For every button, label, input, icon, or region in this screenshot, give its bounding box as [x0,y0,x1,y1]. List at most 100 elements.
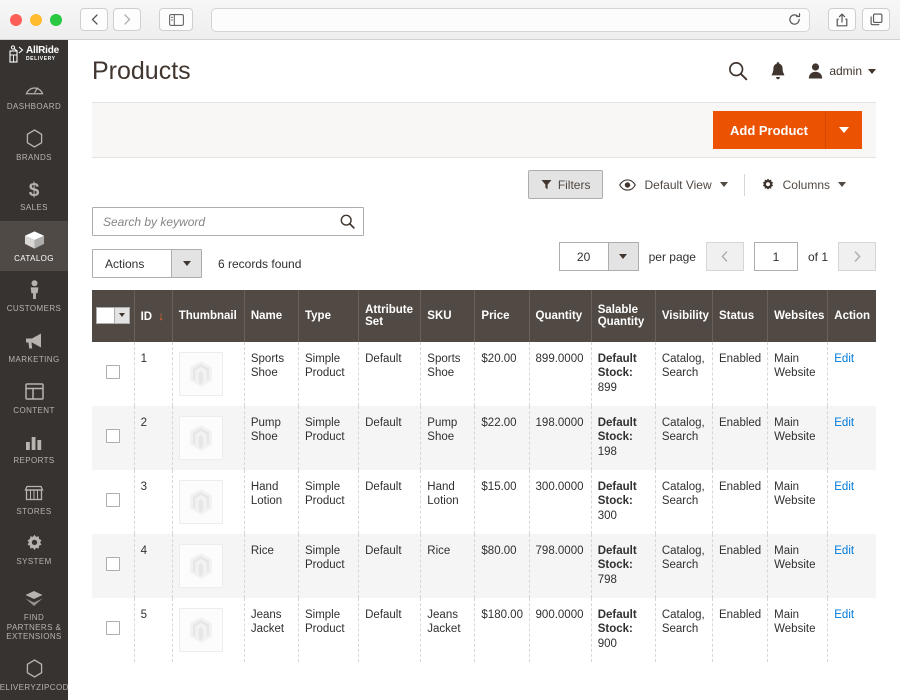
column-header-sku[interactable]: SKU [420,290,476,342]
tabs-icon [870,13,882,26]
search-icon[interactable] [340,214,355,229]
cell-websites: Main Website [767,534,829,598]
select-all-header[interactable] [92,290,135,342]
table-row[interactable]: 3 Hand Lotion Simple Product Default Han… [92,470,876,534]
account-menu[interactable]: admin [808,63,876,79]
sidebar-item-brands[interactable]: BRANDS [0,120,68,171]
sidebar-item-find-partners[interactable]: FIND PARTNERS & EXTENSIONS [0,580,68,650]
sidebar-toggle-button[interactable] [159,8,193,31]
table-row[interactable]: 5 Jeans Jacket Simple Product Default Je… [92,598,876,662]
column-header-websites[interactable]: Websites [767,290,829,342]
forward-button[interactable] [113,8,141,31]
url-bar[interactable] [211,7,810,32]
cell-price: $22.00 [474,406,530,470]
edit-link[interactable]: Edit [834,481,854,493]
per-page-dropdown[interactable]: 20 [558,242,639,271]
sidebar-item-sales[interactable]: $ SALES [0,170,68,221]
sidebar-item-catalog[interactable]: CATALOG [0,220,68,272]
select-all-checkbox[interactable] [96,307,114,323]
select-all-dropdown[interactable] [95,306,130,324]
sidebar-item-customers[interactable]: CUSTOMERS [0,271,68,322]
row-checkbox[interactable] [105,428,120,443]
bar-chart-icon [25,432,43,452]
sidebar-item-reports[interactable]: REPORTS [0,423,68,474]
row-select-cell[interactable] [92,342,135,406]
sidebar-item-marketing[interactable]: MARKETING [0,322,68,373]
row-select-cell[interactable] [92,470,135,534]
row-select-cell[interactable] [92,406,135,470]
search-box[interactable] [92,207,364,236]
column-header-name[interactable]: Name [244,290,299,342]
bell-icon[interactable] [770,61,786,81]
column-header-price[interactable]: Price [474,290,530,342]
logo-subtitle: DELIVERY [25,56,56,63]
add-product-dropdown-toggle[interactable] [826,111,862,149]
minimize-window-button[interactable] [30,13,42,26]
cell-quantity: 300.0000 [529,470,592,534]
add-product-button[interactable]: Add Product [713,111,862,149]
column-header-quantity[interactable]: Quantity [529,290,592,342]
actions-dropdown[interactable]: Actions [92,249,202,278]
previous-page-button[interactable] [705,242,744,271]
row-checkbox[interactable] [105,620,120,635]
cell-action: Edit [828,470,876,534]
edit-link[interactable]: Edit [834,353,854,365]
search-input[interactable] [103,214,328,229]
column-header-attribute-set[interactable]: Attribute Set [358,290,422,342]
cell-status: Enabled [712,470,769,534]
gear-icon [25,533,44,553]
column-header-salable-quantity[interactable]: Salable Quantity [591,290,656,342]
header-actions: admin [728,61,876,81]
maximize-window-button[interactable] [50,13,62,26]
cell-thumbnail [172,470,245,534]
sidebar-item-dashboard[interactable]: DASHBOARD [0,69,68,120]
cell-price: $20.00 [474,342,530,406]
select-all-dropdown-toggle[interactable] [113,307,129,323]
columns-selector[interactable]: Columns [745,174,862,196]
sidebar-item-system[interactable]: SYSTEM [0,524,68,575]
filters-label: Filters [557,177,591,192]
caret-down-icon [118,313,125,317]
cell-visibility: Catalog, Search [655,406,713,470]
column-header-visibility[interactable]: Visibility [655,290,713,342]
edit-link[interactable]: Edit [834,609,854,621]
row-checkbox[interactable] [105,364,120,379]
cell-sku: Rice [420,534,476,598]
table-row[interactable]: 4 Rice Simple Product Default Rice $80.0… [92,534,876,598]
tabs-button[interactable] [862,8,890,31]
sidebar-label: REPORTS [13,456,55,466]
cell-websites: Main Website [767,406,829,470]
row-checkbox[interactable] [105,556,120,571]
row-select-cell[interactable] [92,598,135,662]
column-header-thumbnail[interactable]: Thumbnail [172,290,245,342]
edit-link[interactable]: Edit [834,545,854,557]
close-window-button[interactable] [10,13,22,26]
edit-link[interactable]: Edit [834,417,854,429]
sidebar-item-stores[interactable]: STORES [0,474,68,525]
page-number-input[interactable] [753,242,798,271]
row-select-cell[interactable] [92,534,135,598]
default-view-selector[interactable]: Default View [603,174,743,196]
table-row[interactable]: 2 Pump Shoe Simple Product Default Pump … [92,406,876,470]
sidebar-label: SALES [20,203,48,213]
table-row[interactable]: 1 Sports Shoe Simple Product Default Spo… [92,342,876,406]
browser-right-controls [828,8,890,31]
share-button[interactable] [828,8,856,31]
search-icon[interactable] [728,61,748,81]
cell-status: Enabled [712,534,769,598]
actions-dropdown-toggle[interactable] [171,250,201,277]
reload-icon[interactable] [788,13,801,26]
next-page-button[interactable] [838,242,876,271]
back-button[interactable] [80,8,108,31]
row-checkbox[interactable] [105,492,120,507]
eye-icon [619,178,637,191]
sidebar-item-content[interactable]: CONTENT [0,373,68,424]
column-header-status[interactable]: Status [712,290,769,342]
column-header-id[interactable]: ID ↓ [134,290,173,342]
filters-button[interactable]: Filters [527,170,604,199]
caret-down-icon [182,261,191,266]
column-header-type[interactable]: Type [298,290,360,342]
brand-logo[interactable]: AllRide DELIVERY [0,40,68,64]
per-page-dropdown-toggle[interactable] [607,243,638,270]
sidebar-item-deliveryzipcode[interactable]: DELIVERYZIPCODE [0,650,68,700]
